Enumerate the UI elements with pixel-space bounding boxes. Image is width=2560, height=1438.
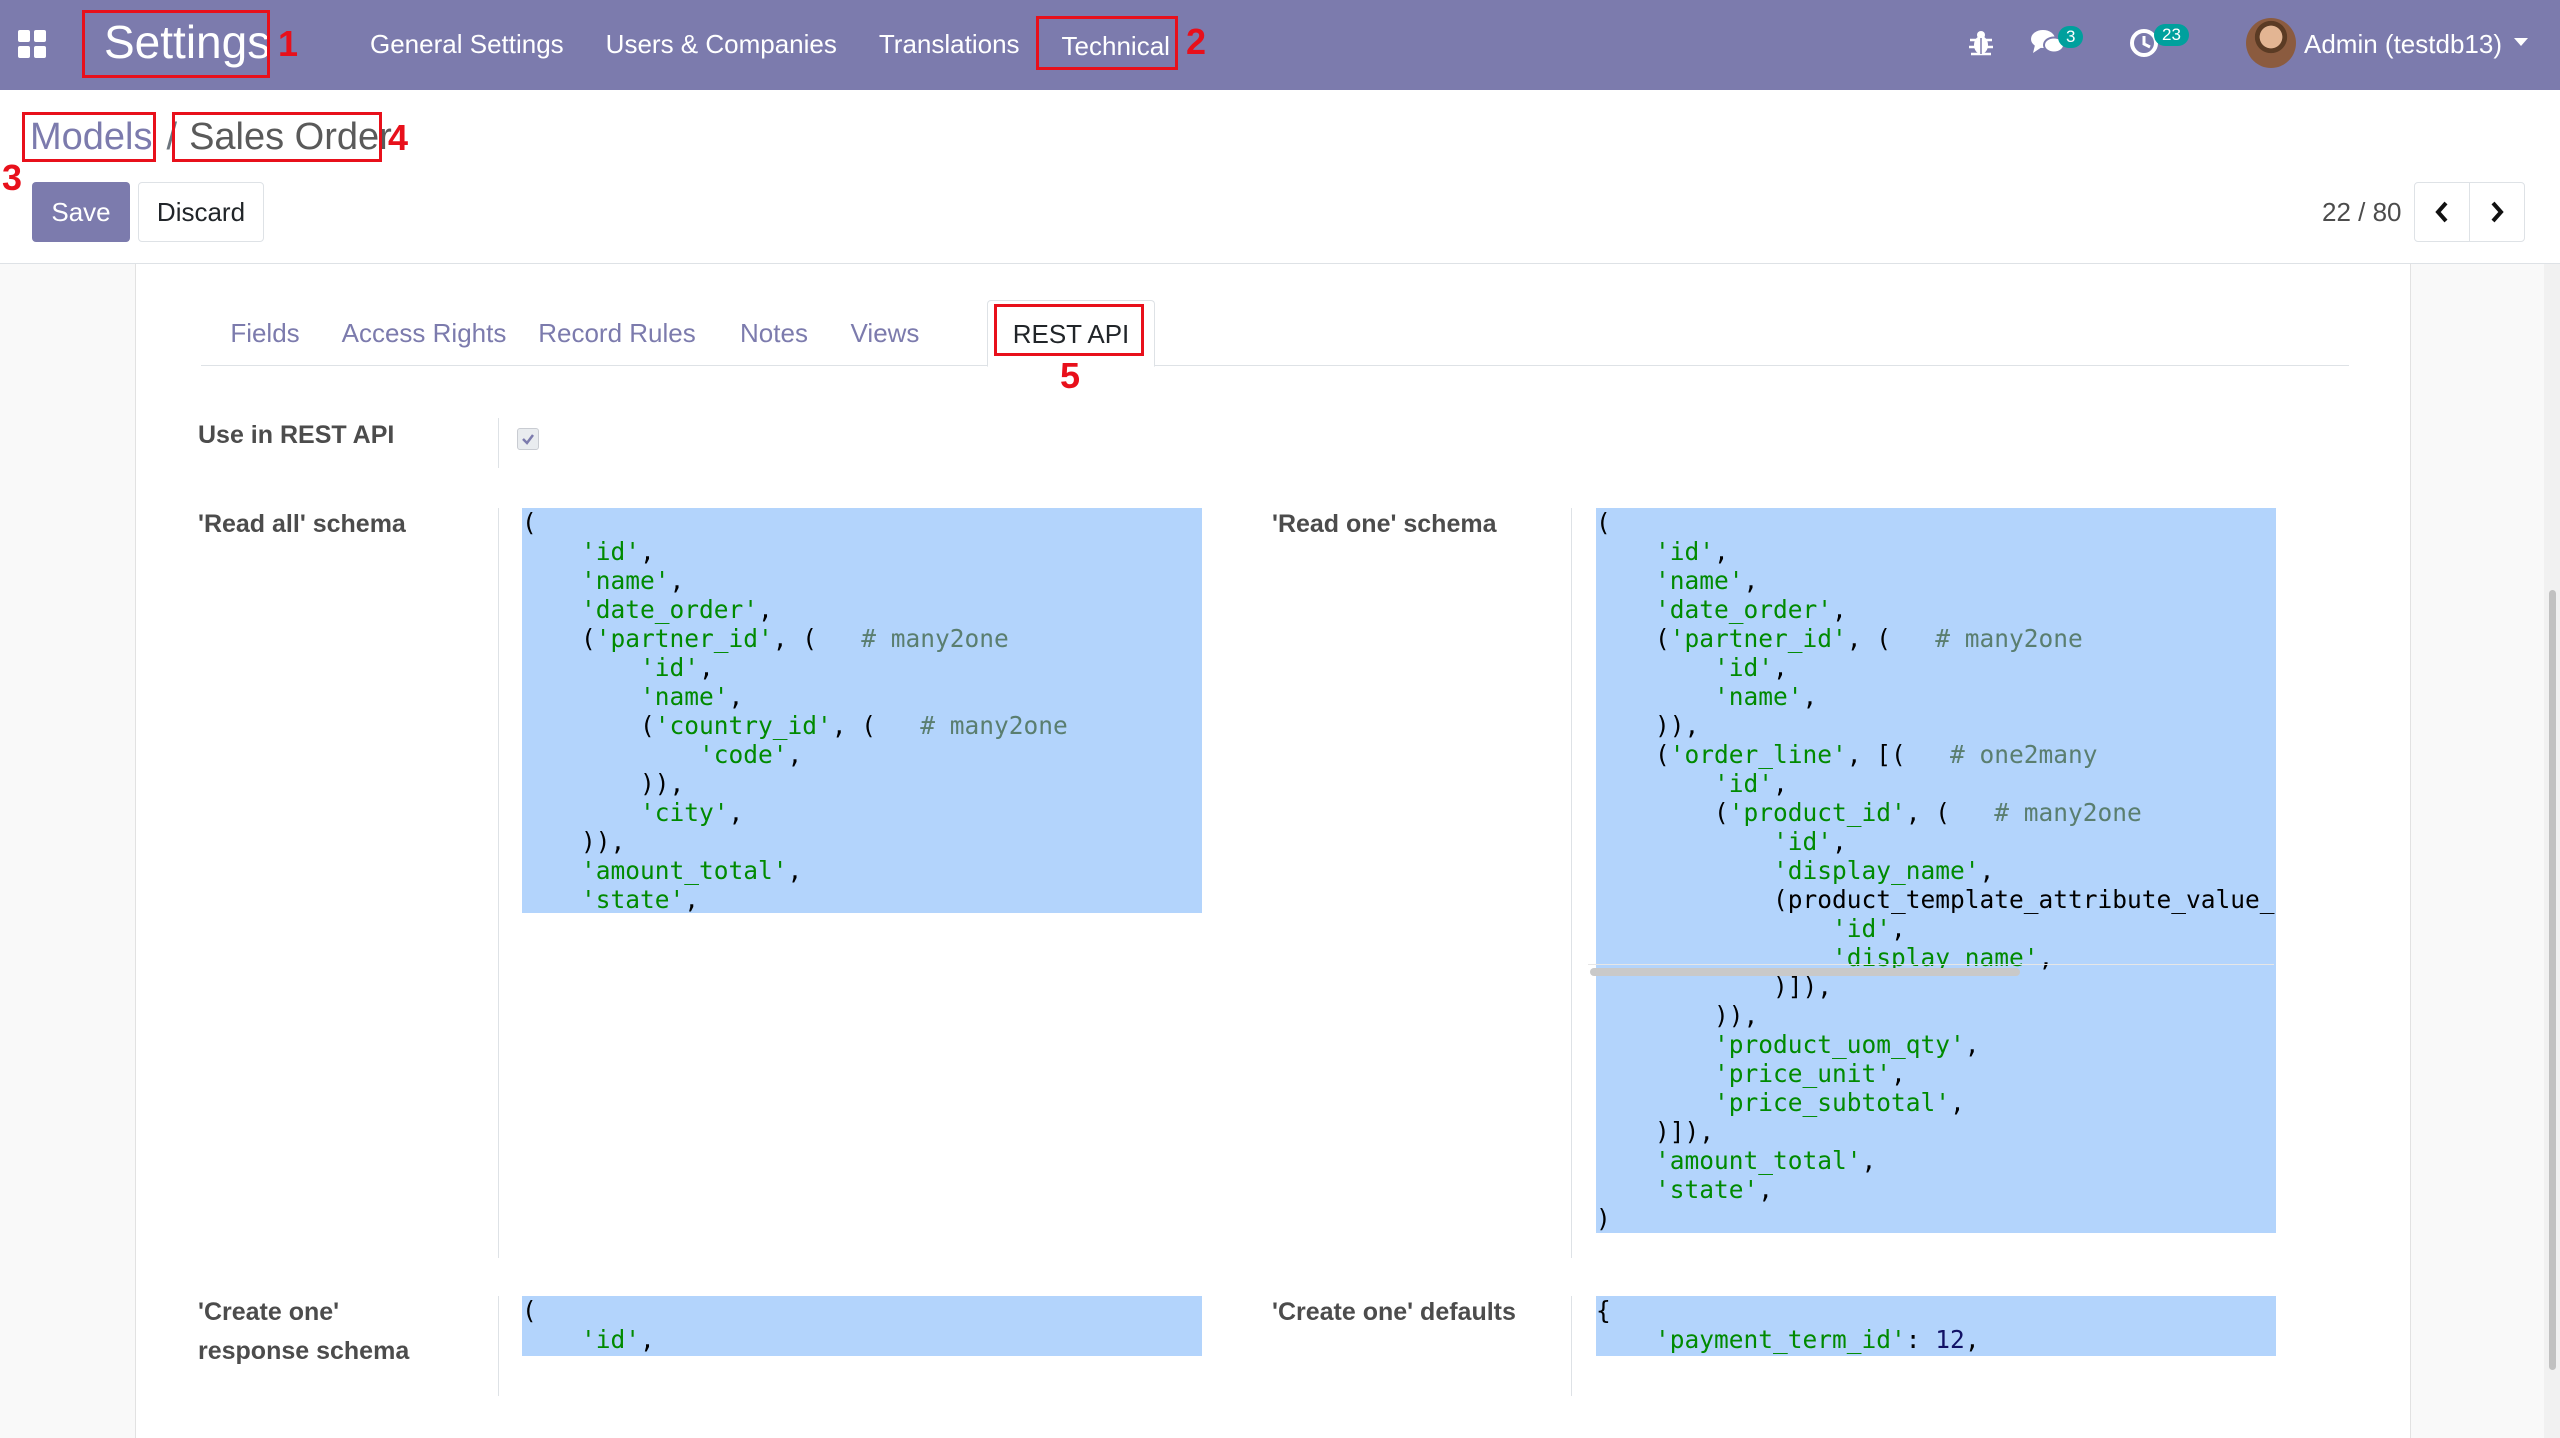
code-line: 'id',: [1832, 914, 1906, 943]
field-divider: [498, 508, 499, 1258]
code-line: 'amount_total',: [581, 856, 803, 885]
save-button[interactable]: Save: [32, 182, 130, 242]
menu-translations[interactable]: Translations: [879, 26, 1020, 66]
discard-button[interactable]: Discard: [138, 182, 264, 242]
code-line: 'code',: [699, 740, 803, 769]
annotation-box: [1036, 16, 1178, 70]
code-line: 'date_order',: [1655, 595, 1847, 624]
code-line: ('product_id', ( # many2one: [1596, 798, 2142, 827]
menu-general-settings[interactable]: General Settings: [370, 26, 564, 66]
tab-access-rights[interactable]: Access Rights: [329, 300, 519, 366]
code-line: 'id',: [640, 653, 714, 682]
user-menu-name[interactable]: Admin (testdb13): [2304, 26, 2502, 62]
tab-record-rules[interactable]: Record Rules: [519, 300, 715, 366]
code-line: (: [522, 1296, 537, 1325]
code-line: 'id',: [581, 537, 655, 566]
code-line: ('order_line', [( # one2many: [1596, 740, 2098, 769]
debug-bug-icon[interactable]: [1966, 28, 1996, 58]
code-line: }: [1596, 1354, 2276, 1356]
annotation-box: [82, 10, 270, 78]
apps-menu-icon[interactable]: [18, 30, 46, 58]
code-line: 'id',: [1714, 653, 1788, 682]
annotation-box: [22, 112, 156, 162]
read-all-schema-label: 'Read all' schema: [198, 510, 406, 538]
code-line: 'price_subtotal',: [1714, 1088, 1965, 1117]
code-line: ('partner_id', ( # many2one: [1596, 624, 2083, 653]
code-line: (: [1596, 508, 1611, 537]
notebook-tabs: Fields Access Rights Record Rules Notes …: [201, 300, 2349, 367]
read-one-schema-label: 'Read one' schema: [1272, 510, 1497, 538]
code-line: 'id',: [581, 1325, 655, 1354]
code-line: 'id',: [1714, 769, 1788, 798]
create-one-schema-label: 'Create one': [198, 1298, 340, 1326]
code-line: )),: [522, 769, 685, 798]
code-line: )),: [522, 827, 626, 856]
annotation-number: 4: [388, 117, 409, 158]
create-one-schema-label-2: response schema: [198, 1337, 410, 1365]
user-avatar[interactable]: [2246, 18, 2296, 68]
annotation-number: 1: [278, 23, 299, 64]
create-defaults-label: 'Create one' defaults: [1272, 1298, 1516, 1326]
code-line: ): [1596, 1204, 1611, 1233]
top-navbar: Settings General Settings Users & Compan…: [0, 0, 2560, 90]
tab-fields[interactable]: Fields: [201, 300, 329, 366]
editor-horizontal-scrollbar[interactable]: [1590, 968, 2020, 976]
page-scrollbar-thumb[interactable]: [2549, 590, 2556, 1370]
code-line: )]),: [1596, 1117, 1715, 1146]
checkmark-icon: [522, 434, 534, 445]
code-line: 'state',: [581, 885, 700, 913]
code-line: {: [1596, 1296, 1611, 1325]
pager-previous-button[interactable]: [2414, 182, 2470, 242]
code-line: )),: [1596, 711, 1700, 740]
read-one-schema-editor[interactable]: ( 'id', 'name', 'date_order', ('partner_…: [1596, 508, 2276, 1233]
code-line: 'price_unit',: [1714, 1059, 1906, 1088]
code-line: 'name',: [1714, 682, 1818, 711]
annotation-number: 5: [1060, 355, 1081, 396]
code-line: )),: [1596, 1001, 1759, 1030]
code-line: 'id',: [1773, 827, 1847, 856]
code-line: ('country_id', ( # many2one: [522, 711, 1068, 740]
code-line: 'name',: [581, 566, 685, 595]
create-one-schema-editor[interactable]: ( 'id',): [522, 1296, 1202, 1356]
chevron-left-icon: [2435, 201, 2448, 223]
pager-next-button[interactable]: [2469, 182, 2525, 242]
caret-down-icon[interactable]: [2514, 38, 2528, 46]
pager-value[interactable]: 22 / 80: [2322, 194, 2402, 230]
code-line: (: [522, 508, 537, 537]
tab-views[interactable]: Views: [833, 300, 937, 366]
menu-users-companies[interactable]: Users & Companies: [606, 26, 837, 66]
code-line: 'payment_term_id': 12,: [1655, 1325, 1980, 1354]
code-line: 'name',: [1655, 566, 1759, 595]
annotation-box: [172, 112, 382, 162]
code-line: 'id',: [1655, 537, 1729, 566]
use-rest-api-label: Use in REST API: [198, 421, 395, 449]
field-divider: [1571, 508, 1572, 1258]
code-line: 'display_name',: [1773, 856, 1995, 885]
field-divider: [498, 418, 499, 468]
create-defaults-editor[interactable]: { 'payment_term_id': 12,}: [1596, 1296, 2276, 1356]
code-line: 'amount_total',: [1655, 1146, 1877, 1175]
tab-notes[interactable]: Notes: [715, 300, 833, 366]
annotation-number: 3: [2, 157, 23, 198]
activity-count-badge: 23: [2154, 24, 2189, 46]
field-divider: [498, 1296, 499, 1396]
read-all-schema-editor[interactable]: ( 'id', 'name', 'date_order', ('partner_…: [522, 508, 1202, 913]
code-line: ('partner_id', ( # many2one: [522, 624, 1009, 653]
field-divider: [1571, 1296, 1572, 1396]
chevron-right-icon: [2491, 201, 2504, 223]
chat-count-badge: 3: [2058, 26, 2084, 48]
code-line: 'city',: [640, 798, 744, 827]
code-line: (product_template_attribute_value_: [1596, 885, 2275, 914]
code-line: 'date_order',: [581, 595, 773, 624]
code-line: 'name',: [640, 682, 744, 711]
use-rest-api-checkbox[interactable]: [517, 428, 539, 450]
annotation-number: 2: [1186, 21, 1207, 62]
control-panel: Models / Sales Order Save Discard 22 / 8…: [0, 90, 2560, 264]
code-line: 'product_uom_qty',: [1714, 1030, 1980, 1059]
code-line: 'state',: [1655, 1175, 1774, 1204]
annotation-box: [994, 304, 1144, 356]
code-line: ): [522, 1354, 1202, 1356]
